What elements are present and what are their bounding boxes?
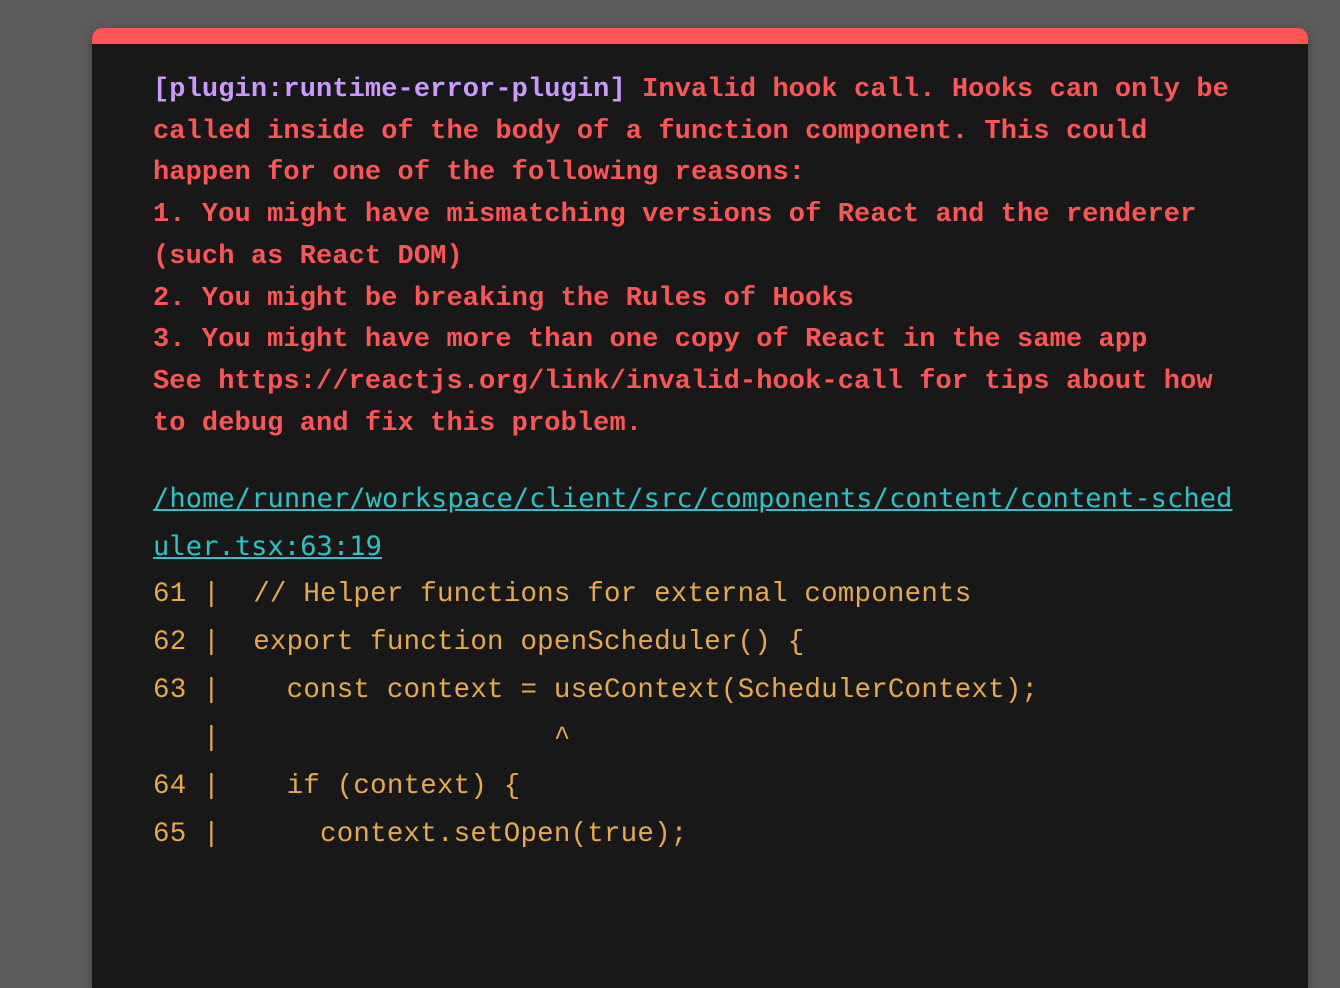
error-overlay-backdrop: [plugin:runtime-error-plugin] Invalid ho…: [0, 0, 1340, 988]
error-message: [plugin:runtime-error-plugin] Invalid ho…: [153, 70, 1253, 445]
plugin-name: [plugin:runtime-error-plugin]: [153, 75, 626, 105]
error-message-text: Invalid hook call. Hooks can only be cal…: [153, 75, 1229, 439]
error-accent-bar: [92, 28, 1308, 44]
error-overlay-window: [plugin:runtime-error-plugin] Invalid ho…: [92, 28, 1308, 988]
code-frame: 61 | // Helper functions for external co…: [153, 579, 1039, 851]
error-content: [plugin:runtime-error-plugin] Invalid ho…: [153, 70, 1253, 859]
error-file-link[interactable]: /home/runner/workspace/client/src/compon…: [153, 475, 1233, 571]
